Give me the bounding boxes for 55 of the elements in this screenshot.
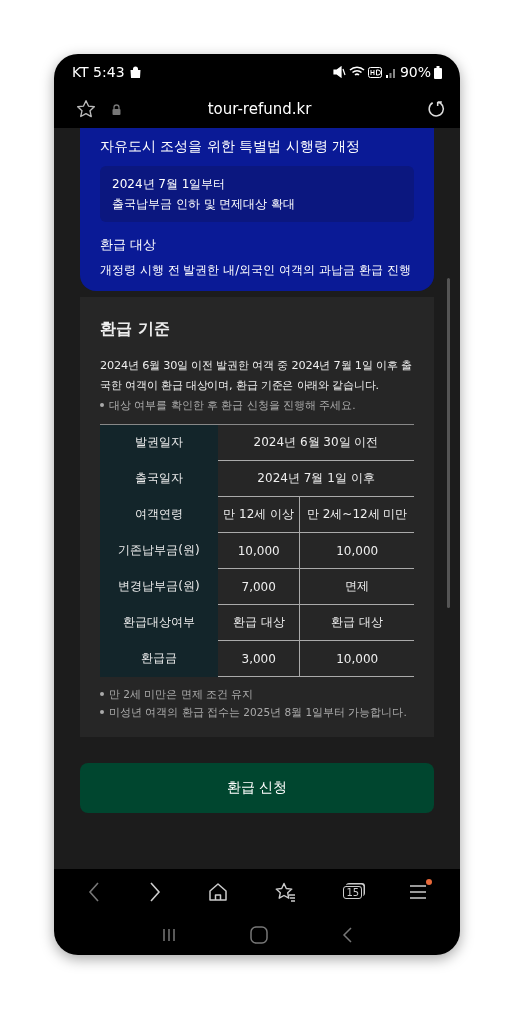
home-icon[interactable] (208, 882, 229, 902)
battery-icon (434, 65, 442, 79)
table-header-cell: 기존납부금(원) (100, 532, 218, 569)
table-cell: 2024년 6월 30일 이전 (218, 424, 414, 461)
forward-icon[interactable] (147, 881, 162, 903)
table-cell: 환급 대상 (299, 604, 414, 641)
note-text: 대상 여부를 확인한 후 환급 신청을 진행해 주세요. (109, 398, 356, 413)
footnote-text: 미성년 여객의 환급 접수는 2025년 8월 1일부터 가능합니다. (109, 705, 407, 720)
bullet-icon (100, 403, 104, 407)
table-header-cell: 환급대상여부 (100, 604, 218, 641)
notice-text: 개정령 시행 전 발권한 내/외국인 여객의 과납금 환급 진행 (100, 262, 412, 279)
back-gesture-icon[interactable] (341, 927, 354, 943)
table-cell: 환급 대상 (218, 604, 300, 641)
tabs-button[interactable]: 15 (343, 885, 363, 899)
table-cell: 만 12세 이상 (218, 496, 300, 533)
table-cell: 10,000 (218, 532, 300, 569)
back-icon[interactable] (87, 881, 102, 903)
scrollbar[interactable] (447, 278, 450, 608)
table-header-cell: 출국일자 (100, 460, 218, 497)
bullet-icon (100, 692, 104, 696)
footnote-text: 만 2세 미만은 면제 조건 유지 (109, 687, 254, 702)
bookmarks-icon[interactable] (274, 882, 297, 902)
bullet-icon (100, 710, 104, 714)
battery-percent: 90% (399, 64, 431, 80)
menu-icon[interactable] (408, 884, 427, 900)
star-icon[interactable] (76, 99, 96, 119)
carrier-time: KT 5:43 (72, 64, 125, 80)
highlight-text: 2024년 7월 1일부터 (112, 176, 227, 193)
table-cell: 면제 (299, 568, 414, 605)
apply-button[interactable]: 환급 신청 (80, 763, 434, 813)
table-header-cell: 환급금 (100, 640, 218, 677)
highlight-text: 출국납부금 인하 및 면제대상 확대 (112, 196, 297, 213)
table-cell: 3,000 (218, 640, 300, 677)
bag-icon (129, 66, 141, 78)
criteria-text: 2024년 6월 30일 이전 발권한 여객 중 2024년 7월 1일 이후 출국한 여객이 환급 대상이며, 환급 기준은 아래와 같습니다. (100, 358, 413, 394)
table-cell: 2024년 7월 1일 이후 (218, 460, 414, 497)
table-cell: 10,000 (299, 640, 414, 677)
mute-icon (332, 66, 346, 78)
section-heading: 환급 대상 (100, 236, 158, 254)
notice-title: 자유도시 조성을 위한 특별법 시행령 개정 (100, 138, 362, 156)
home-button-icon[interactable] (250, 926, 268, 944)
reload-icon[interactable] (426, 99, 446, 119)
url-text[interactable]: tour-refund.kr (129, 100, 390, 118)
signal-icon (384, 66, 397, 78)
table-header-cell: 변경납부금(원) (100, 568, 218, 605)
wifi-icon (348, 66, 365, 78)
table-cell: 7,000 (218, 568, 300, 605)
criteria-title: 환급 기준 (100, 319, 171, 340)
table-cell: 만 2세~12세 미만 (299, 496, 414, 533)
table-header-cell: 여객연령 (100, 496, 218, 533)
lock-icon (112, 103, 121, 115)
table-header-cell: 발권일자 (100, 424, 218, 461)
table-cell: 10,000 (299, 532, 414, 569)
recents-icon[interactable] (160, 928, 177, 942)
hd-icon (367, 66, 382, 78)
